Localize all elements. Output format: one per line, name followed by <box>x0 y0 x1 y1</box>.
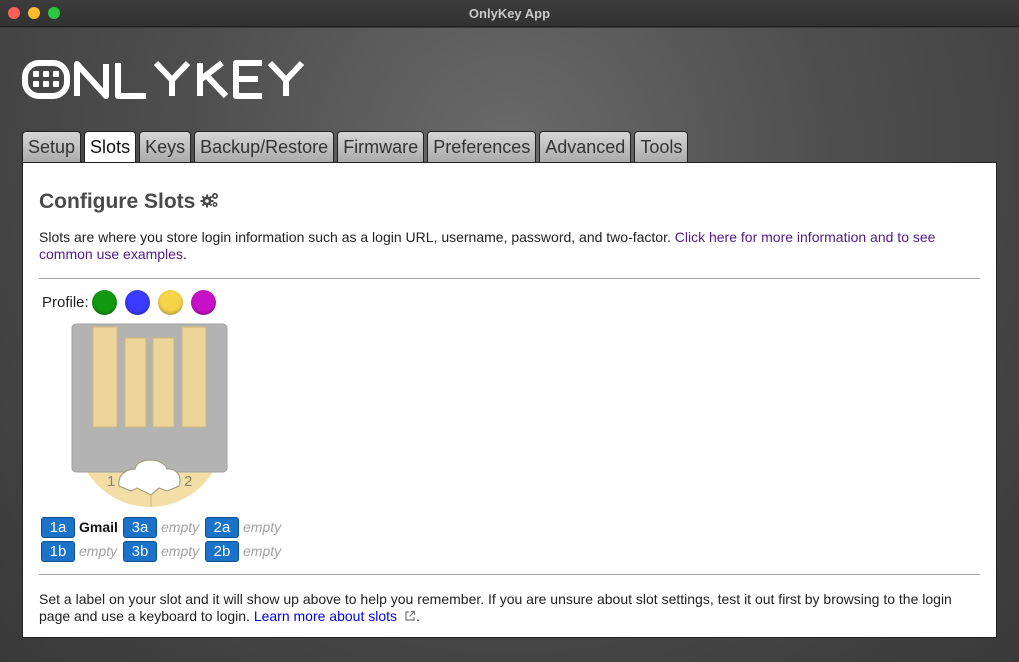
tab-tools[interactable]: Tools <box>634 131 689 163</box>
slot-row-a: 1a Gmail 3a empty 2a empty <box>41 515 287 539</box>
profile-blue-button[interactable] <box>124 290 150 315</box>
slot-1b-button[interactable]: 1b <box>41 540 75 562</box>
profile-magenta-button[interactable] <box>190 290 216 315</box>
slot-3a-button[interactable]: 3a <box>123 516 157 538</box>
intro-text: Slots are where you store login informat… <box>39 229 675 245</box>
profile-green-button[interactable] <box>91 290 117 315</box>
slot-2a-label: empty <box>243 519 282 535</box>
key-label-2: 2 <box>184 473 192 490</box>
tab-bar: Setup Slots Keys Backup/Restore Firmware… <box>22 131 691 164</box>
slot-3a-label: empty <box>161 519 200 535</box>
tab-slots[interactable]: Slots <box>84 131 137 164</box>
divider <box>39 278 980 279</box>
app-body: Setup Slots Keys Backup/Restore Firmware… <box>0 28 1019 662</box>
gears-icon <box>195 190 220 214</box>
slot-2b-label: empty <box>243 543 282 559</box>
onlykey-logo <box>22 58 362 107</box>
intro-end: . <box>182 246 187 262</box>
footer-text: Set a label on your slot and it will sho… <box>39 591 952 624</box>
slot-1a-button[interactable]: 1a <box>41 516 75 538</box>
title-bar: OnlyKey App <box>0 0 1019 27</box>
window-title: OnlyKey App <box>468 6 551 21</box>
external-link-icon <box>404 609 416 626</box>
learn-more-slots-link[interactable]: Learn more about slots <box>254 608 397 624</box>
key-label-1: 1 <box>107 473 115 490</box>
tab-advanced[interactable]: Advanced <box>539 131 632 163</box>
divider <box>39 574 980 575</box>
footer-paragraph: Set a label on your slot and it will sho… <box>39 591 979 626</box>
tab-firmware[interactable]: Firmware <box>337 131 425 163</box>
onlykey-device-graphic: 1 2 <box>71 323 231 513</box>
tab-setup[interactable]: Setup <box>22 131 82 163</box>
tab-backup-restore[interactable]: Backup/Restore <box>194 131 335 163</box>
tab-preferences[interactable]: Preferences <box>427 131 537 163</box>
profile-label: Profile: <box>42 294 89 311</box>
slot-2b-button[interactable]: 2b <box>205 540 239 562</box>
slot-1b-label: empty <box>79 543 118 559</box>
profile-yellow-button[interactable] <box>157 290 183 315</box>
slot-1a-label: Gmail <box>79 519 118 535</box>
slot-3b-label: empty <box>161 543 200 559</box>
page-title: Configure Slots <box>39 190 980 214</box>
tab-keys[interactable]: Keys <box>139 131 192 163</box>
page-title-text: Configure Slots <box>39 190 196 213</box>
slot-3b-button[interactable]: 3b <box>123 540 157 562</box>
slot-row-b: 1b empty 3b empty 2b empty <box>41 539 287 563</box>
slot-list: 1a Gmail 3a empty 2a empty 1b empty 3b e… <box>41 515 287 563</box>
slot-2a-button[interactable]: 2a <box>205 516 239 538</box>
profile-selector: Profile: <box>42 290 980 315</box>
slots-panel: Configure Slots Slots are where you stor… <box>22 162 997 638</box>
intro-paragraph: Slots are where you store login informat… <box>39 229 974 263</box>
footer-end: . <box>416 608 420 624</box>
